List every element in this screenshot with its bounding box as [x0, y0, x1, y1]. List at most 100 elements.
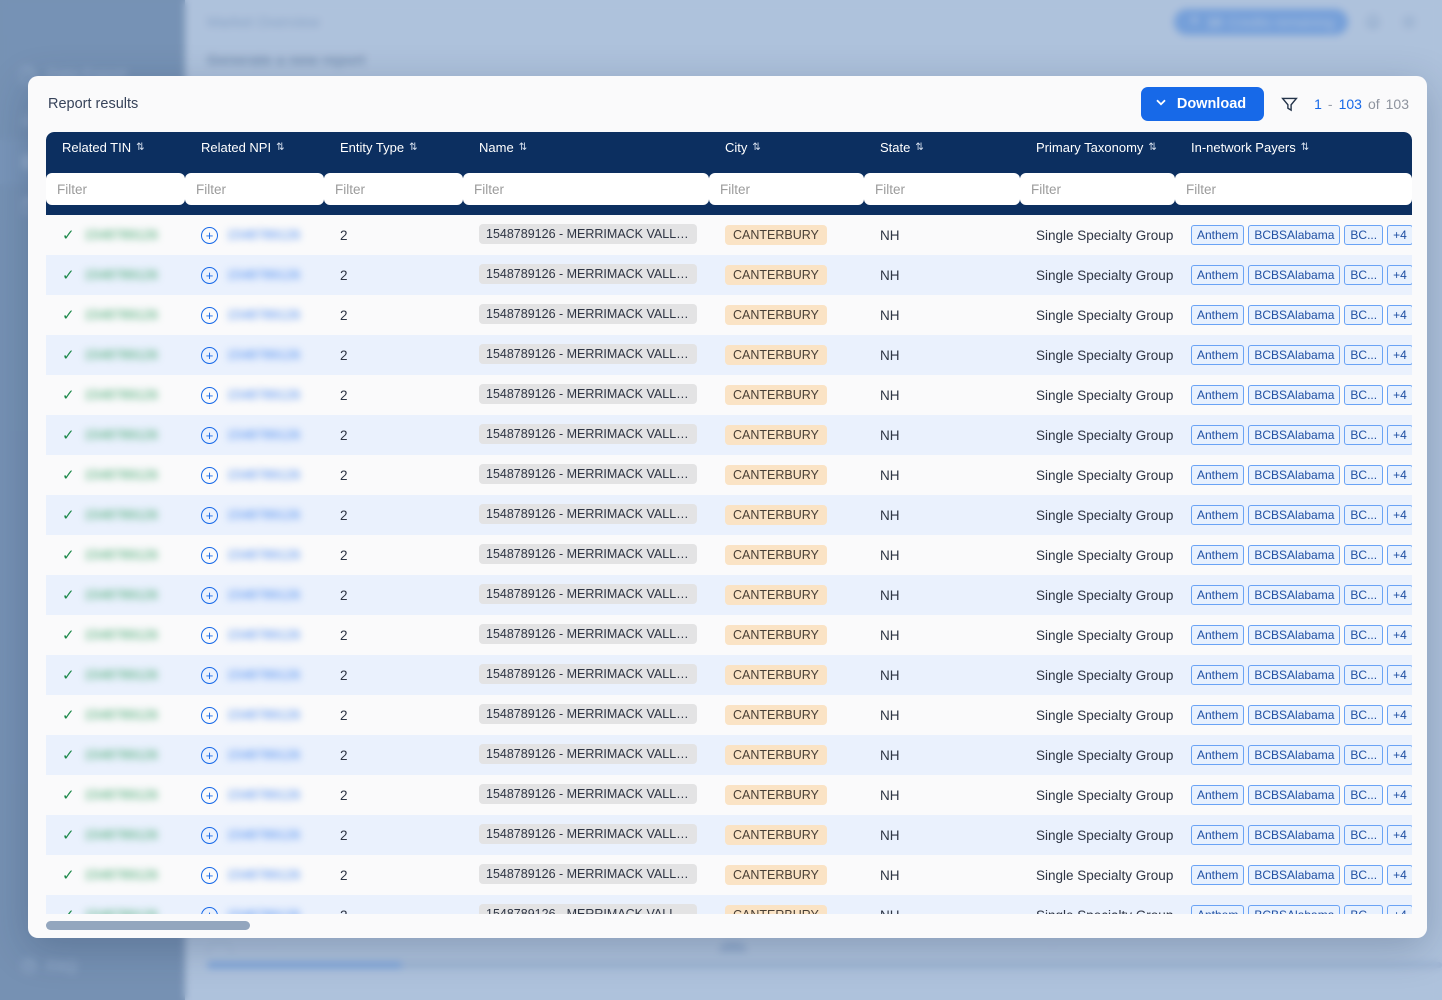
- payer-chip[interactable]: Anthem: [1191, 585, 1245, 605]
- payer-chip[interactable]: BCBSAlabama: [1248, 305, 1341, 325]
- payer-chip[interactable]: BCBSAlabama: [1248, 865, 1341, 885]
- payer-chip[interactable]: BC...: [1344, 665, 1384, 685]
- sort-icon[interactable]: ⇅: [915, 142, 923, 153]
- payer-chip[interactable]: +4: [1387, 425, 1412, 445]
- plus-circle-icon[interactable]: +: [201, 306, 218, 324]
- table-row[interactable]: ✓1548789126+154878912621548789126 - MERR…: [46, 815, 1412, 855]
- payer-chip[interactable]: BC...: [1344, 865, 1384, 885]
- payer-chip[interactable]: Anthem: [1191, 545, 1245, 565]
- payer-chip[interactable]: BCBSAlabama: [1248, 785, 1341, 805]
- payer-chip[interactable]: BCBSAlabama: [1248, 625, 1341, 645]
- plus-circle-icon[interactable]: +: [201, 506, 218, 524]
- plus-circle-icon[interactable]: +: [201, 226, 218, 244]
- payer-chip[interactable]: BCBSAlabama: [1248, 745, 1341, 765]
- payer-chip[interactable]: +4: [1387, 265, 1412, 285]
- payer-chip[interactable]: +4: [1387, 545, 1412, 565]
- plus-circle-icon[interactable]: +: [201, 706, 218, 724]
- plus-circle-icon[interactable]: +: [201, 666, 218, 684]
- table-row[interactable]: ✓1548789126+154878912621548789126 - MERR…: [46, 375, 1412, 415]
- sort-icon[interactable]: ⇅: [1301, 142, 1309, 153]
- column-header-related_npi[interactable]: Related NPI ⇅: [185, 132, 324, 165]
- payer-chip[interactable]: Anthem: [1191, 825, 1245, 845]
- payer-chip[interactable]: BCBSAlabama: [1248, 705, 1341, 725]
- payer-chip[interactable]: +4: [1387, 745, 1412, 765]
- table-row[interactable]: ✓1548789126+154878912621548789126 - MERR…: [46, 255, 1412, 295]
- payer-chip[interactable]: Anthem: [1191, 745, 1245, 765]
- column-header-primary_taxonomy[interactable]: Primary Taxonomy ⇅: [1020, 132, 1175, 165]
- table-row[interactable]: ✓1548789126+154878912621548789126 - MERR…: [46, 775, 1412, 815]
- filter-input-related_npi[interactable]: [185, 173, 324, 205]
- payer-chip[interactable]: BCBSAlabama: [1248, 585, 1341, 605]
- payer-chip[interactable]: BC...: [1344, 265, 1384, 285]
- payer-chip[interactable]: BC...: [1344, 345, 1384, 365]
- table-row[interactable]: ✓1548789126+154878912621548789126 - MERR…: [46, 655, 1412, 695]
- table-row[interactable]: ✓1548789126+154878912621548789126 - MERR…: [46, 575, 1412, 615]
- payer-chip[interactable]: Anthem: [1191, 865, 1245, 885]
- filter-input-name[interactable]: [463, 173, 709, 205]
- payer-chip[interactable]: Anthem: [1191, 425, 1245, 445]
- plus-circle-icon[interactable]: +: [201, 266, 218, 284]
- payer-chip[interactable]: BCBSAlabama: [1248, 465, 1341, 485]
- sort-icon[interactable]: ⇅: [136, 142, 144, 153]
- payer-chip[interactable]: BC...: [1344, 465, 1384, 485]
- column-header-related_tin[interactable]: Related TIN ⇅: [46, 132, 185, 165]
- payer-chip[interactable]: BC...: [1344, 625, 1384, 645]
- plus-circle-icon[interactable]: +: [201, 386, 218, 404]
- column-header-city[interactable]: City ⇅: [709, 132, 864, 165]
- payer-chip[interactable]: Anthem: [1191, 705, 1245, 725]
- table-row[interactable]: ✓1548789126+154878912621548789126 - MERR…: [46, 535, 1412, 575]
- payer-chip[interactable]: +4: [1387, 785, 1412, 805]
- payer-chip[interactable]: BCBSAlabama: [1248, 265, 1341, 285]
- payer-chip[interactable]: Anthem: [1191, 305, 1245, 325]
- plus-circle-icon[interactable]: +: [201, 586, 218, 604]
- payer-chip[interactable]: +4: [1387, 705, 1412, 725]
- payer-chip[interactable]: BC...: [1344, 505, 1384, 525]
- payer-chip[interactable]: +4: [1387, 865, 1412, 885]
- filter-input-payers[interactable]: [1175, 173, 1412, 205]
- payer-chip[interactable]: BCBSAlabama: [1248, 545, 1341, 565]
- payer-chip[interactable]: +4: [1387, 825, 1412, 845]
- table-row[interactable]: ✓1548789126+154878912621548789126 - MERR…: [46, 295, 1412, 335]
- payer-chip[interactable]: BC...: [1344, 825, 1384, 845]
- plus-circle-icon[interactable]: +: [201, 746, 218, 764]
- payer-chip[interactable]: +4: [1387, 385, 1412, 405]
- payer-chip[interactable]: +4: [1387, 505, 1412, 525]
- filter-input-entity_type[interactable]: [324, 173, 463, 205]
- table-row[interactable]: ✓1548789126+154878912621548789126 - MERR…: [46, 855, 1412, 895]
- payer-chip[interactable]: BCBSAlabama: [1248, 825, 1341, 845]
- scrollbar-thumb[interactable]: [46, 921, 250, 930]
- payer-chip[interactable]: BC...: [1344, 305, 1384, 325]
- payer-chip[interactable]: BCBSAlabama: [1248, 385, 1341, 405]
- payer-chip[interactable]: +4: [1387, 305, 1412, 325]
- payer-chip[interactable]: BCBSAlabama: [1248, 345, 1341, 365]
- payer-chip[interactable]: +4: [1387, 665, 1412, 685]
- filter-input-state[interactable]: [864, 173, 1020, 205]
- plus-circle-icon[interactable]: +: [201, 426, 218, 444]
- column-header-state[interactable]: State ⇅: [864, 132, 1020, 165]
- plus-circle-icon[interactable]: +: [201, 466, 218, 484]
- plus-circle-icon[interactable]: +: [201, 826, 218, 844]
- sort-icon[interactable]: ⇅: [519, 142, 527, 153]
- horizontal-scrollbar[interactable]: [46, 921, 1412, 930]
- filter-input-related_tin[interactable]: [46, 173, 185, 205]
- sort-icon[interactable]: ⇅: [276, 142, 284, 153]
- payer-chip[interactable]: +4: [1387, 585, 1412, 605]
- table-row[interactable]: ✓1548789126+154878912621548789126 - MERR…: [46, 215, 1412, 255]
- payer-chip[interactable]: +4: [1387, 465, 1412, 485]
- table-row[interactable]: ✓1548789126+154878912621548789126 - MERR…: [46, 735, 1412, 775]
- payer-chip[interactable]: +4: [1387, 225, 1412, 245]
- payer-chip[interactable]: +4: [1387, 625, 1412, 645]
- sort-icon[interactable]: ⇅: [752, 142, 760, 153]
- payer-chip[interactable]: Anthem: [1191, 785, 1245, 805]
- payer-chip[interactable]: BCBSAlabama: [1248, 905, 1341, 914]
- payer-chip[interactable]: BC...: [1344, 745, 1384, 765]
- payer-chip[interactable]: BC...: [1344, 425, 1384, 445]
- plus-circle-icon[interactable]: +: [201, 546, 218, 564]
- payer-chip[interactable]: +4: [1387, 345, 1412, 365]
- payer-chip[interactable]: Anthem: [1191, 465, 1245, 485]
- payer-chip[interactable]: BC...: [1344, 385, 1384, 405]
- payer-chip[interactable]: Anthem: [1191, 265, 1245, 285]
- column-header-name[interactable]: Name ⇅: [463, 132, 709, 165]
- payer-chip[interactable]: BC...: [1344, 905, 1384, 914]
- table-row[interactable]: ✓1548789126+154878912621548789126 - MERR…: [46, 615, 1412, 655]
